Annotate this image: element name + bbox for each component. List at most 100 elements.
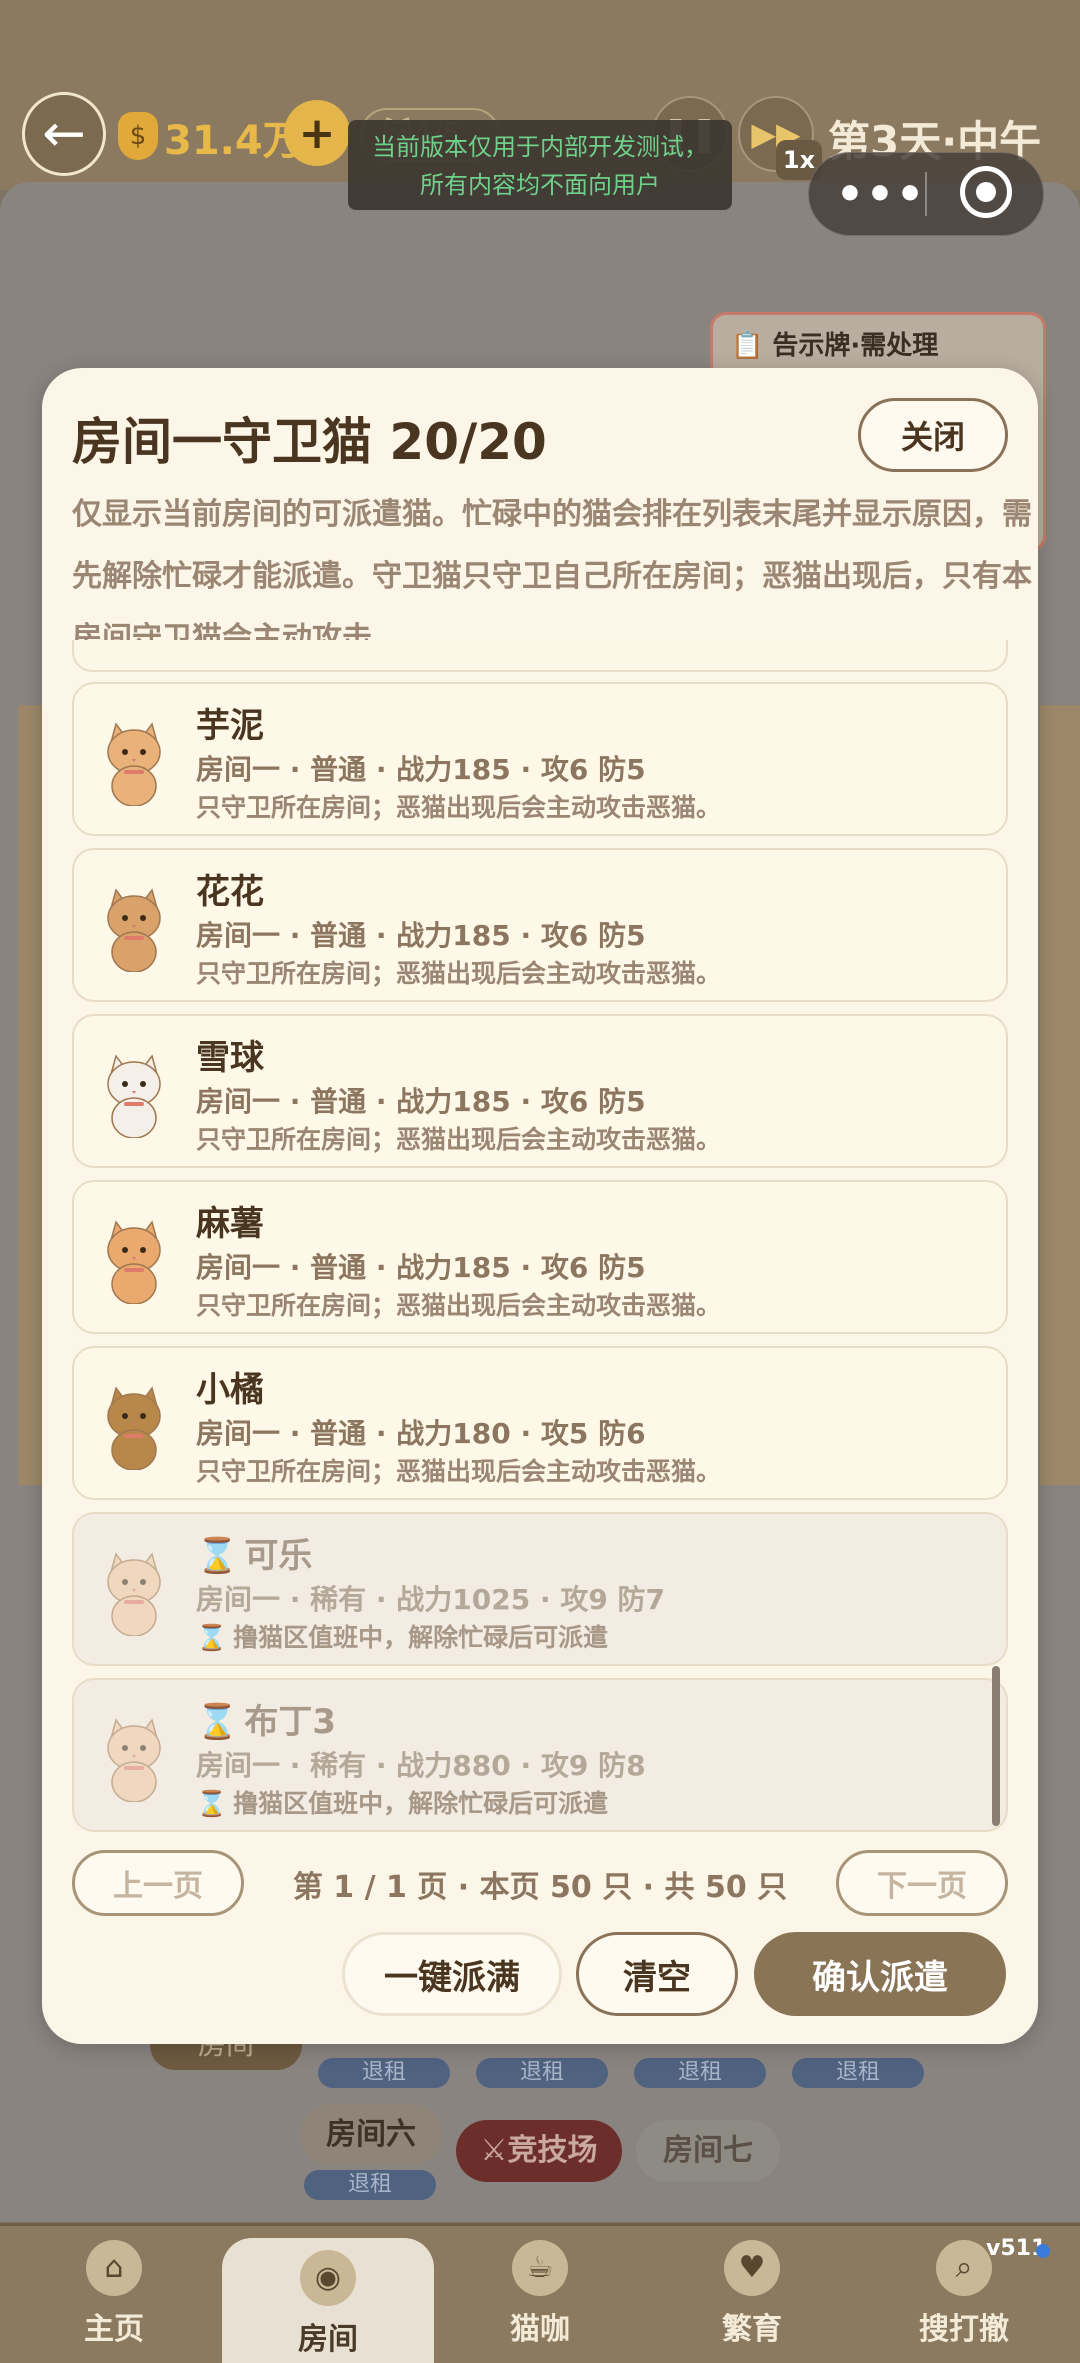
cat-card[interactable]: 麻薯房间一 · 普通 · 战力185 · 攻6 防5 只守卫所在房间；恶猫出现后会…	[72, 1180, 1008, 1334]
cat-name: 麻薯	[196, 1196, 264, 1245]
cat-avatar-icon	[107, 1054, 161, 1138]
close-target-icon[interactable]	[960, 166, 1012, 218]
cat-hint: 只守卫所在房间；恶猫出现后会主动攻击恶猫。	[196, 788, 721, 824]
list-item[interactable]	[72, 640, 1008, 672]
cat-hint-text: 只守卫所在房间；恶猫出现后会主动攻击恶猫。	[196, 793, 722, 822]
capsule-divider	[925, 172, 927, 216]
cat-hint-text: 只守卫所在房间；恶猫出现后会主动攻击恶猫。	[196, 1457, 722, 1486]
money-bag-icon: $	[118, 112, 158, 160]
fill-all-button[interactable]: 一键派满	[342, 1932, 562, 2016]
room7-button: 房间七	[636, 2120, 780, 2182]
cat-stats: 房间一 · 普通 · 战力185 · 攻6 防5	[196, 1251, 646, 1284]
cat-name: 雪球	[196, 1030, 264, 1079]
cat-avatar-icon	[107, 722, 161, 806]
cat-hint-text: 只守卫所在房间；恶猫出现后会主动攻击恶猫。	[196, 1291, 722, 1320]
cat-hint-text: 只守卫所在房间；恶猫出现后会主动攻击恶猫。	[196, 1125, 722, 1154]
cat-name-text: 芋泥	[196, 706, 264, 746]
money-amount: 31.4万	[164, 118, 303, 164]
breeding-icon: ♥	[724, 2240, 780, 2296]
nav-label: 主页	[84, 2312, 144, 2347]
cat-hint-text: 只守卫所在房间；恶猫出现后会主动攻击恶猫。	[196, 959, 722, 988]
dev-banner-line1: 当前版本仅用于内部开发测试，	[372, 133, 708, 161]
dev-test-banner: 当前版本仅用于内部开发测试， 所有内容均不面向用户	[348, 120, 732, 210]
next-page-button[interactable]: 下一页	[836, 1850, 1008, 1916]
clear-button[interactable]: 清空	[576, 1932, 738, 2016]
modal-title: 房间一守卫猫 20/20	[72, 413, 547, 471]
cat-hint-text: 撸猫区值班中，解除忙碌后可派遣	[233, 1789, 609, 1818]
cat-stats: 房间一 · 普通 · 战力185 · 攻6 防5	[196, 753, 646, 786]
cat-name: 芋泥	[196, 698, 264, 747]
arrow-left-icon: ←	[42, 104, 86, 164]
cat-hint: ⌛ 撸猫区值班中，解除忙碌后可派遣	[196, 1618, 608, 1654]
cat-cafe-icon: ☕	[512, 2240, 568, 2296]
cat-card[interactable]: 雪球房间一 · 普通 · 战力185 · 攻6 防5 只守卫所在房间；恶猫出现后会…	[72, 1014, 1008, 1168]
cat-stats: 房间一 · 稀有 · 战力1025 · 攻9 防7	[196, 1583, 666, 1616]
cat-name: 花花	[196, 864, 264, 913]
hourglass-icon: ⌛	[196, 1536, 239, 1576]
hourglass-icon: ⌛	[196, 1789, 228, 1818]
home-icon: ⌂	[86, 2240, 142, 2296]
dev-banner-line2: 所有内容均不面向用户	[420, 171, 660, 199]
cat-name-text: 花花	[196, 872, 264, 912]
hourglass-icon: ⌛	[196, 1623, 228, 1652]
cat-name: ⌛ 可乐	[196, 1528, 312, 1577]
close-button[interactable]: 关闭	[858, 398, 1008, 472]
cat-stats: 房间一 · 普通 · 战力185 · 攻6 防5	[196, 919, 646, 952]
nav-label: 繁育	[722, 2312, 782, 2347]
busy-cat-card[interactable]: ⌛ 可乐 房间一 · 稀有 · 战力1025 · 攻9 防7 ⌛ 撸猫区值班中，解除忙碌…	[72, 1512, 1008, 1666]
rent-tag: 退租	[792, 2058, 924, 2088]
cat-hint: 只守卫所在房间；恶猫出现后会主动攻击恶猫。	[196, 1120, 721, 1156]
nav-label: 猫咖	[510, 2312, 570, 2347]
cat-avatar-icon	[107, 888, 161, 972]
cat-hint: ⌛ 撸猫区值班中，解除忙碌后可派遣	[196, 1784, 608, 1820]
cat-name-text: 小橘	[196, 1370, 264, 1410]
list-scrollbar[interactable]	[992, 1666, 1000, 1826]
nav-room[interactable]: ◉ 房间	[222, 2238, 434, 2363]
nav-label: 搜打撤	[919, 2312, 1009, 2347]
cat-hint-text: 撸猫区值班中，解除忙碌后可派遣	[233, 1623, 609, 1652]
cat-name: 小橘	[196, 1362, 264, 1411]
cat-hint: 只守卫所在房间；恶猫出现后会主动攻击恶猫。	[196, 954, 721, 990]
cat-stats: 房间一 · 稀有 · 战力880 · 攻9 防8	[196, 1749, 646, 1782]
cat-name: ⌛ 布丁3	[196, 1694, 336, 1743]
cat-name-text: 可乐	[244, 1536, 313, 1576]
prev-page-button[interactable]: 上一页	[72, 1850, 244, 1916]
cat-card[interactable]: 花花房间一 · 普通 · 战力185 · 攻6 防5 只守卫所在房间；恶猫出现后会…	[72, 848, 1008, 1002]
rent-tag: 退租	[476, 2058, 608, 2088]
room6-button: 房间六	[300, 2104, 442, 2166]
rent-tag: 退租	[318, 2058, 450, 2088]
cat-avatar-icon	[107, 1552, 161, 1636]
nav-home[interactable]: ⌂ 主页	[8, 2228, 220, 2358]
notice-board-title: 📋 告示牌·需处理	[731, 331, 939, 361]
cat-hint: 只守卫所在房间；恶猫出现后会主动攻击恶猫。	[196, 1286, 721, 1322]
busy-cat-card[interactable]: ⌛ 布丁3 房间一 · 稀有 · 战力880 · 攻9 防8 ⌛ 撸猫区值班中，解除忙碌…	[72, 1678, 1008, 1832]
cat-hint: 只守卫所在房间；恶猫出现后会主动攻击恶猫。	[196, 1452, 721, 1488]
cat-stats: 房间一 · 普通 · 战力185 · 攻6 防5	[196, 1085, 646, 1118]
more-icon[interactable]: •••	[836, 160, 926, 228]
cat-name-text: 雪球	[196, 1038, 264, 1078]
rent-tag: 退租	[634, 2058, 766, 2088]
cat-name-text: 布丁3	[244, 1702, 337, 1742]
back-button[interactable]: ←	[22, 92, 106, 176]
room-icon: ◉	[300, 2250, 356, 2306]
nav-label: 房间	[298, 2322, 358, 2357]
nav-cat-cafe[interactable]: ☕ 猫咖	[434, 2228, 646, 2358]
cat-card[interactable]: 芋泥房间一 · 普通 · 战力185 · 攻6 防5 只守卫所在房间；恶猫出现后会…	[72, 682, 1008, 836]
cat-list[interactable]: 芋泥房间一 · 普通 · 战力185 · 攻6 防5 只守卫所在房间；恶猫出现后会…	[72, 640, 1008, 1832]
cat-card[interactable]: 小橘房间一 · 普通 · 战力180 · 攻5 防6 只守卫所在房间；恶猫出现后会…	[72, 1346, 1008, 1500]
arena-button: ⚔竞技场	[456, 2120, 622, 2182]
rent-tag: 退租	[304, 2170, 436, 2200]
cat-avatar-icon	[107, 1718, 161, 1802]
cat-avatar-icon	[107, 1386, 161, 1470]
hourglass-icon: ⌛	[196, 1702, 239, 1742]
add-money-button[interactable]: +	[284, 100, 350, 166]
cat-name-text: 麻薯	[196, 1204, 264, 1244]
cat-stats: 房间一 · 普通 · 战力180 · 攻5 防6	[196, 1417, 646, 1450]
magnifier-icon: ⌕	[936, 2240, 992, 2296]
page-info: 第 1 / 1 页 · 本页 50 只 · 共 50 只	[292, 1870, 788, 1905]
nav-breeding[interactable]: ♥ 繁育	[646, 2228, 858, 2358]
version-status-dot	[1036, 2244, 1050, 2258]
cat-avatar-icon	[107, 1220, 161, 1304]
confirm-dispatch-button[interactable]: 确认派遣	[754, 1932, 1006, 2016]
wood-floor-right	[1040, 705, 1080, 1485]
